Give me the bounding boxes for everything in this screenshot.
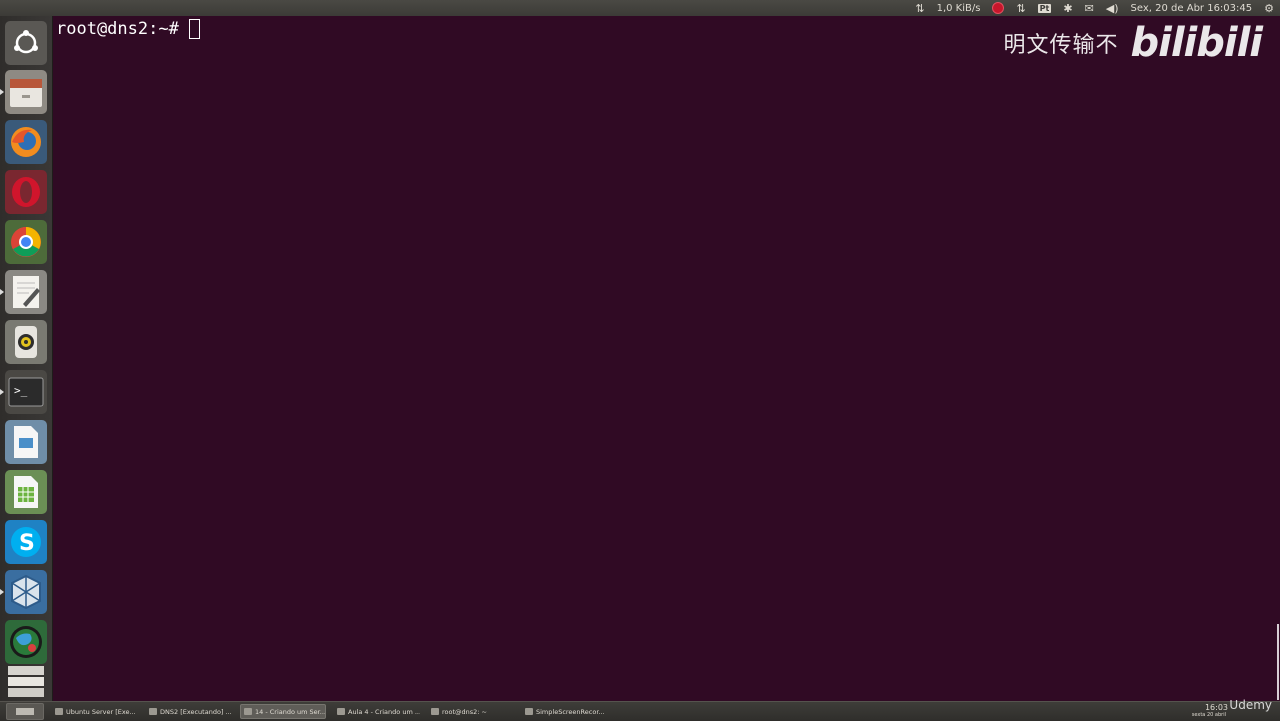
bilibili-watermark: 明文传输不 bilibili (1003, 20, 1263, 66)
top-clock[interactable]: Sex, 20 de Abr 16:03:45 (1125, 0, 1259, 16)
show-desktop-button[interactable] (6, 703, 44, 720)
mail-icon[interactable]: ✉ (1079, 0, 1100, 16)
file-manager-icon[interactable] (0, 70, 47, 114)
volume-icon[interactable]: ◀) (1100, 0, 1125, 16)
top-clock-label: Sex, 20 de Abr 16:03:45 (1130, 2, 1253, 14)
recorder-indicator-icon[interactable] (986, 0, 1010, 16)
taskbar-item[interactable]: Ubuntu Server [Exe... (52, 704, 138, 719)
taskbar-clock-date: sexta 20 abril (1191, 712, 1226, 718)
taskbar-clock-time: 16:03 (1204, 703, 1228, 712)
chrome-icon[interactable] (5, 220, 47, 264)
skype-icon[interactable]: S (5, 520, 47, 564)
taskbar-item-label: Aula 4 - Criando um ... (348, 707, 420, 716)
keyboard-layout-indicator[interactable]: Pt (1032, 0, 1058, 16)
bilibili-logo: bilibili (1130, 20, 1263, 66)
opera-icon[interactable] (5, 170, 47, 214)
terminal-cursor (188, 19, 200, 39)
firefox-icon[interactable] (5, 120, 47, 164)
workspace-switcher-icon[interactable] (5, 664, 47, 698)
taskbar-item[interactable]: 14 - Criando um Ser... (240, 704, 326, 719)
settings-gear-icon[interactable]: ⚙ (1258, 0, 1280, 16)
window-icon (244, 708, 252, 715)
bottom-taskbar: Ubuntu Server [Exe... DNS2 [Executando] … (0, 698, 1280, 721)
terminal-window[interactable]: root@dns2:~# (53, 16, 1280, 701)
svg-text:S: S (19, 531, 35, 556)
launcher: >_ S (0, 16, 53, 701)
svg-text:>_: >_ (14, 384, 28, 397)
text-editor-icon[interactable] (0, 270, 47, 314)
taskbar-item-label: root@dns2: ~ (442, 707, 488, 716)
net-speed-indicator[interactable]: 1,0 KiB/s (931, 0, 987, 16)
top-panel: ⇅ 1,0 KiB/s ⇅ Pt ✱ ✉ ◀) Sex, 20 de Abr 1… (0, 0, 1280, 16)
virtualbox-icon[interactable] (0, 570, 47, 614)
libreoffice-calc-icon[interactable] (5, 470, 47, 514)
window-icon (55, 708, 63, 715)
taskbar-item[interactable]: DNS2 [Executando] ... (146, 704, 232, 719)
libreoffice-impress-icon[interactable] (5, 420, 47, 464)
taskbar-item[interactable]: root@dns2: ~ (428, 704, 514, 719)
terminal-prompt-line: root@dns2:~# (56, 19, 200, 39)
globe-app-icon[interactable] (5, 620, 47, 664)
window-icon (149, 708, 157, 715)
net-speed-label: 1,0 KiB/s (936, 2, 981, 14)
window-icon (525, 708, 533, 715)
window-icon (337, 708, 345, 715)
taskbar-item-label: 14 - Criando um Ser... (255, 707, 326, 716)
taskbar-item[interactable]: Aula 4 - Criando um ... (334, 704, 420, 719)
terminal-scrollbar[interactable] (1277, 624, 1279, 700)
udemy-watermark: Udemy (1229, 698, 1272, 712)
terminal-prompt: root@dns2:~# (56, 19, 179, 39)
watermark-cn-text: 明文传输不 (1003, 33, 1119, 58)
window-icon (431, 708, 439, 715)
bluetooth-icon[interactable]: ✱ (1057, 0, 1078, 16)
taskbar-item[interactable]: SimpleScreenRecor... (522, 704, 608, 719)
terminal-icon[interactable]: >_ (0, 370, 47, 414)
taskbar-item-label: SimpleScreenRecor... (536, 707, 605, 716)
keyboard-layout-label: Pt (1037, 3, 1052, 13)
taskbar-item-label: DNS2 [Executando] ... (160, 707, 232, 716)
transfer-arrows-icon[interactable]: ⇅ (1010, 0, 1031, 16)
ubuntu-dash-icon[interactable] (5, 21, 47, 65)
taskbar-item-label: Ubuntu Server [Exe... (66, 707, 136, 716)
rhythmbox-icon[interactable] (5, 320, 47, 364)
network-arrows-icon[interactable]: ⇅ (909, 0, 930, 16)
